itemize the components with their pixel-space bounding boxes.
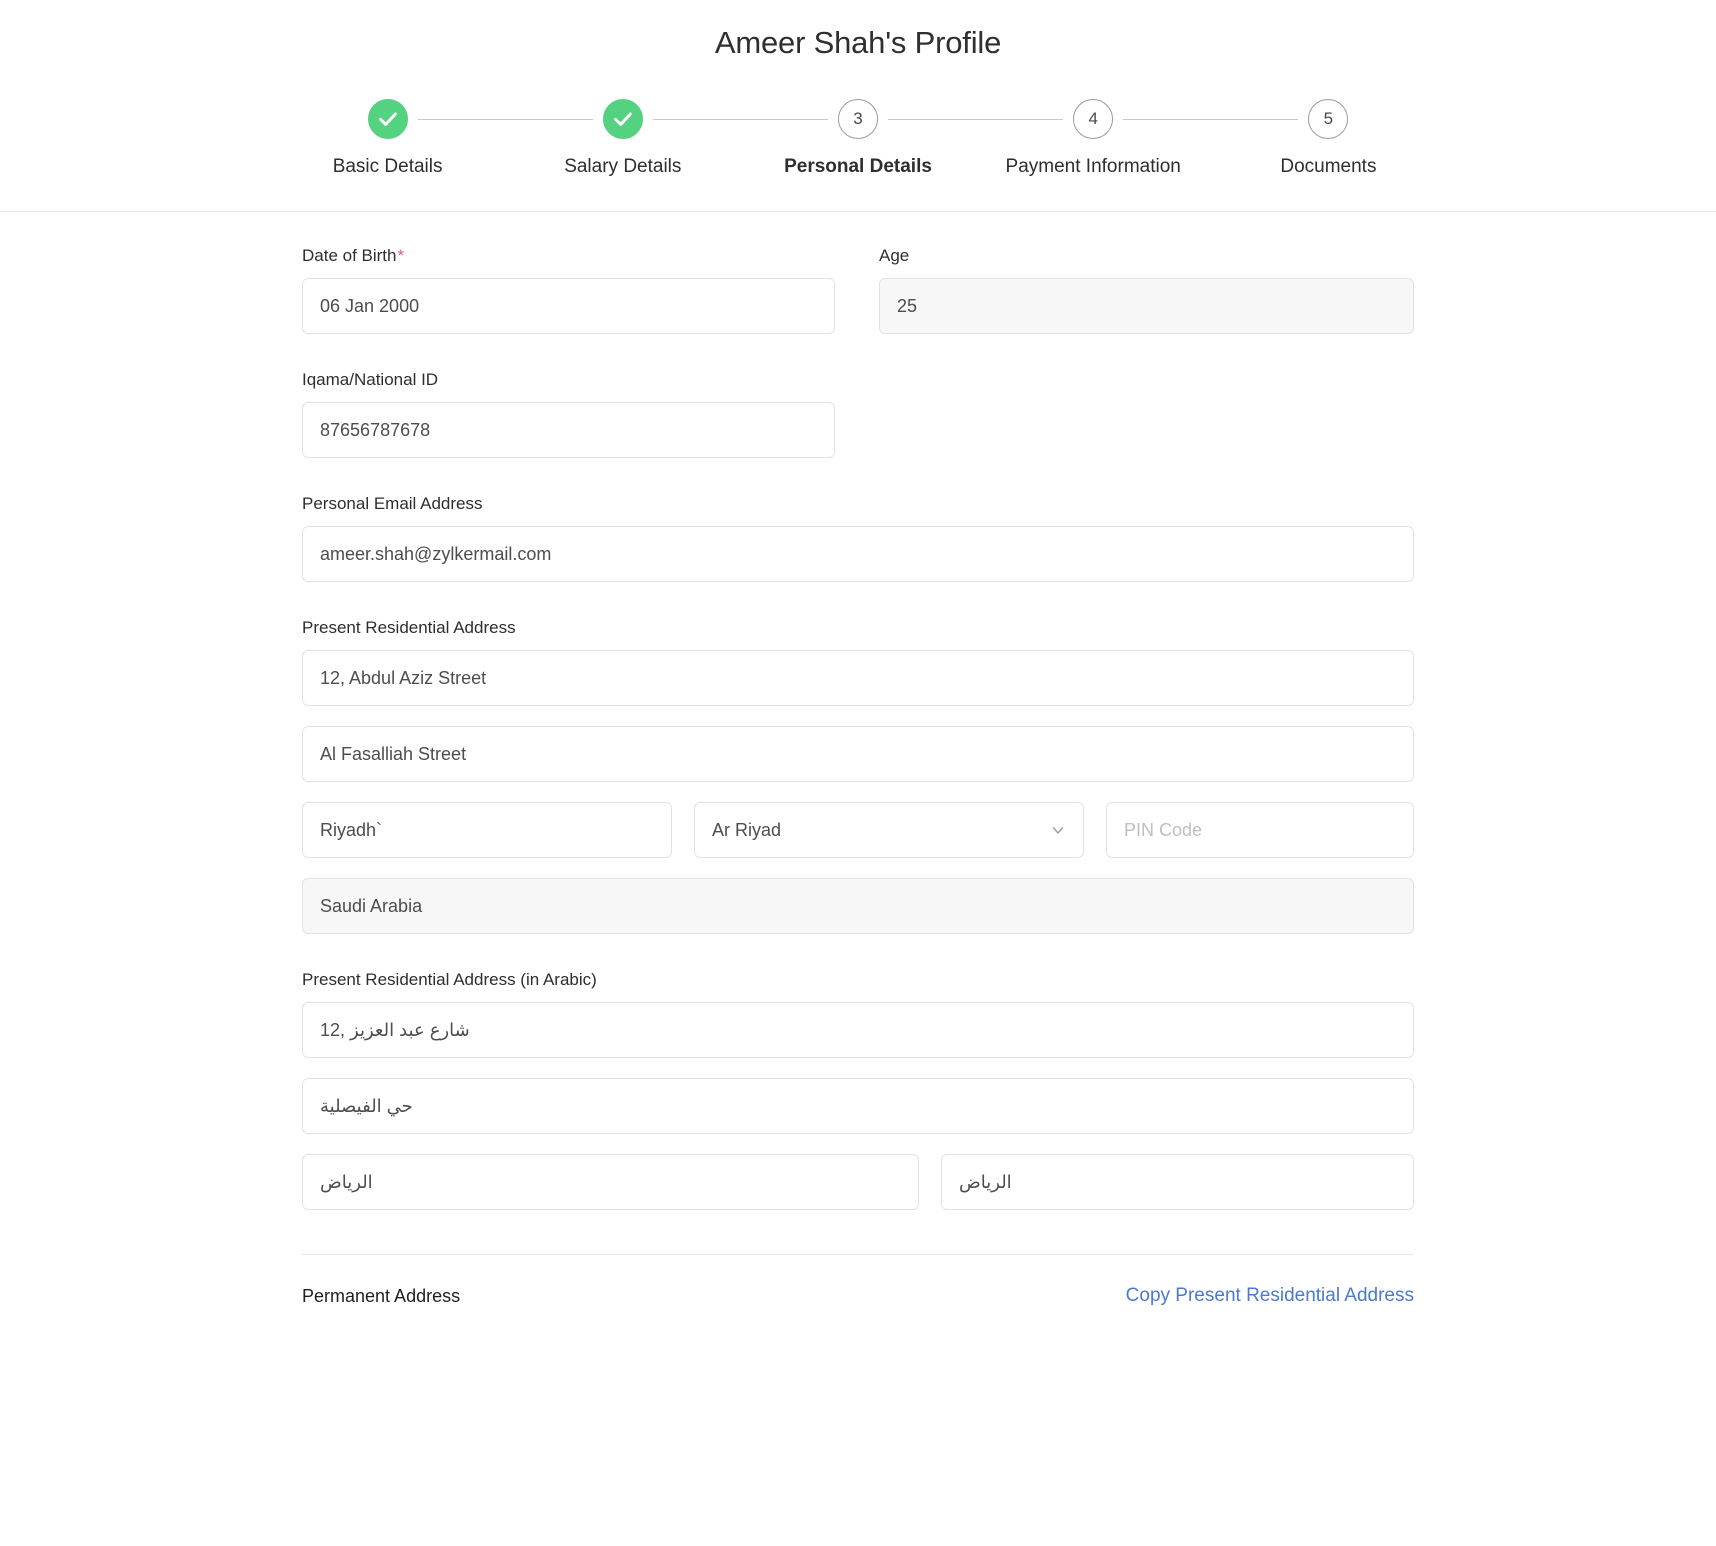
present-address-line1-wrap (302, 650, 1414, 706)
personal-email-label: Personal Email Address (302, 494, 483, 513)
stepper: Basic Details Salary Details 3 Personal … (270, 99, 1446, 211)
date-of-birth-input[interactable] (302, 278, 835, 334)
present-address-city-wrap (302, 802, 672, 858)
step-label: Basic Details (332, 156, 443, 177)
step-connector-line (652, 119, 828, 120)
step-marker-check-icon (367, 99, 408, 139)
step-salary-details[interactable]: Salary Details (505, 99, 828, 178)
date-of-birth-label-text: Date of Birth (302, 246, 397, 265)
present-address-arabic-state-input[interactable] (941, 1154, 1414, 1210)
present-address-line2-wrap (302, 726, 1414, 782)
step-payment-information[interactable]: 4 Payment Information (976, 99, 1299, 178)
step-marker-number: 4 (1073, 99, 1114, 139)
step-marker-check-icon (602, 99, 643, 139)
page-title: Ameer Shah's Profile (714, 25, 1002, 60)
present-address-arabic-group: Present Residential Address (in Arabic) (302, 970, 1414, 1210)
present-address-pin-input[interactable] (1106, 802, 1414, 858)
permanent-address-header-row: Permanent Address Copy Present Residenti… (302, 1255, 1414, 1307)
present-address-country-wrap (302, 878, 1414, 934)
present-address-label: Present Residential Address (302, 618, 516, 637)
step-basic-details[interactable]: Basic Details (270, 99, 593, 178)
step-marker-number: 3 (838, 99, 878, 139)
personal-email-group: Personal Email Address (302, 494, 1414, 582)
present-address-arabic-line2-wrap (302, 1078, 1414, 1134)
present-address-arabic-city-input[interactable] (302, 1154, 919, 1210)
present-address-arabic-label: Present Residential Address (in Arabic) (302, 970, 597, 989)
present-address-city-input[interactable] (302, 802, 672, 858)
personal-email-input[interactable] (302, 526, 1414, 582)
step-connector-line (1123, 119, 1299, 120)
step-label: Salary Details (564, 156, 682, 177)
date-of-birth-group: Date of Birth* (302, 246, 835, 334)
iqama-field-wrap (302, 402, 835, 458)
step-connector-line (417, 119, 593, 120)
present-address-arabic-city-wrap (302, 1154, 919, 1210)
present-address-line1-input[interactable] (302, 650, 1414, 706)
step-documents[interactable]: 5 Documents (1211, 99, 1446, 178)
present-address-state-wrap (694, 802, 1084, 858)
present-address-country-input (302, 878, 1414, 934)
step-label: Documents (1280, 156, 1377, 177)
step-personal-details[interactable]: 3 Personal Details (740, 99, 1064, 178)
permanent-address-title: Permanent Address (302, 1285, 461, 1306)
present-address-arabic-line2-input[interactable] (302, 1078, 1414, 1134)
present-address-arabic-state-wrap (941, 1154, 1414, 1210)
age-group: Age (879, 246, 1414, 334)
step-marker-number: 5 (1308, 99, 1349, 139)
required-asterisk: * (397, 246, 405, 265)
present-address-arabic-city-state-row (302, 1154, 1414, 1210)
profile-page: Ameer Shah's Profile Basic Details Salar… (0, 0, 1716, 1546)
personal-details-form: Date of Birth* Age Iqama/National ID Per… (302, 212, 1414, 1307)
step-connector-line (888, 119, 1064, 120)
present-address-state-select[interactable] (694, 802, 1084, 858)
iqama-group: Iqama/National ID (302, 370, 1414, 458)
present-address-pin-wrap (1106, 802, 1414, 858)
iqama-label: Iqama/National ID (302, 370, 439, 389)
step-label: Payment Information (1005, 156, 1181, 177)
present-address-line2-input[interactable] (302, 726, 1414, 782)
present-address-arabic-line1-wrap (302, 1002, 1414, 1058)
iqama-input[interactable] (302, 402, 835, 458)
step-label: Personal Details (784, 156, 932, 177)
dob-age-row: Date of Birth* Age (302, 246, 1414, 334)
date-of-birth-label: Date of Birth* (302, 246, 835, 266)
copy-present-residential-address-link[interactable]: Copy Present Residential Address (1126, 1285, 1414, 1307)
present-address-group: Present Residential Address (302, 618, 1414, 934)
present-address-arabic-line1-input[interactable] (302, 1002, 1414, 1058)
age-label: Age (879, 246, 910, 265)
stepper-section: Basic Details Salary Details 3 Personal … (0, 99, 1716, 212)
present-address-city-state-pin-row (302, 802, 1414, 858)
age-input (879, 278, 1414, 334)
